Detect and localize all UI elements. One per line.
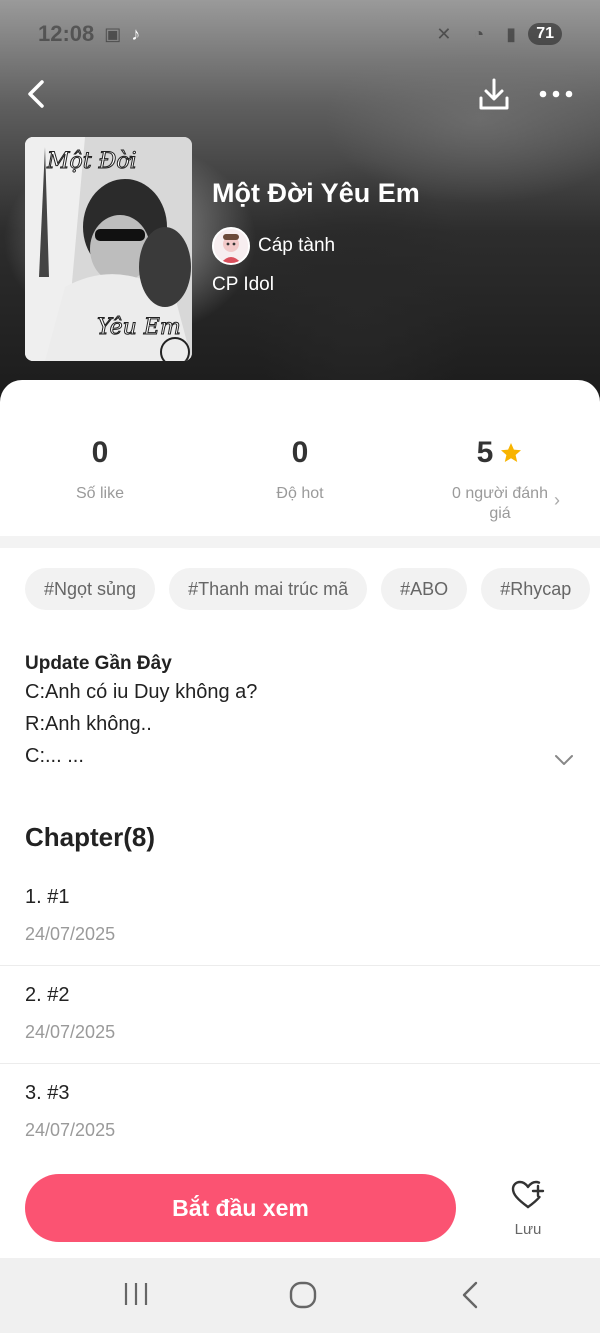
author-row[interactable]: Cáp tành — [212, 227, 335, 265]
more-options-button[interactable] — [538, 80, 574, 108]
likes-label: Số like — [75, 485, 125, 502]
chapter-name: 1. #1 — [25, 886, 70, 908]
heart-plus-icon — [511, 1180, 545, 1209]
update-line: C:Anh có iu Duy không a? — [25, 681, 258, 703]
tag-chip[interactable]: #Thanh mai trúc mã — [169, 568, 368, 610]
download-button[interactable] — [476, 76, 512, 112]
expand-update-button[interactable] — [552, 750, 576, 770]
chapter-name: 3. #3 — [25, 1082, 70, 1104]
avatar-image — [214, 229, 248, 263]
tag-chip[interactable]: #Rhycap — [481, 568, 591, 610]
top-navigation — [0, 72, 600, 116]
screenshot-icon: ▣ — [104, 23, 122, 44]
likes-count: 0 — [91, 436, 109, 469]
chapter-date: 24/07/2025 — [25, 1022, 116, 1042]
tag-chip[interactable]: #Ngọt sủng — [25, 568, 156, 610]
download-icon — [479, 78, 509, 110]
chapter-item[interactable]: 2. #2 24/07/2025 — [0, 966, 600, 1064]
chevron-left-icon — [28, 80, 44, 108]
section-divider — [0, 536, 600, 548]
chevron-right-icon[interactable]: › — [554, 490, 560, 511]
tag-chip[interactable]: #ABO — [381, 568, 468, 610]
stat-likes: 0 Số like — [0, 436, 200, 504]
cover-title-top: Một Đời — [47, 149, 138, 175]
status-bar: 12:08 ▣ ♪ ✕ ◔ ▮ 71 — [0, 16, 600, 52]
tiktok-icon: ♪ — [131, 23, 141, 44]
back-arrow-icon — [462, 1281, 478, 1309]
recent-update: Update Gần Đây C:Anh có iu Duy không a? … — [25, 652, 585, 772]
rating-label: 0 người đánh giá — [452, 485, 548, 522]
system-navigation-bar — [0, 1258, 600, 1333]
update-heading: Update Gần Đây — [25, 653, 172, 674]
stat-hot: 0 Độ hot — [200, 436, 400, 504]
wifi-icon: ◔ — [473, 23, 485, 44]
rating-value: 5 — [476, 436, 494, 469]
chapter-heading: Chapter(8) — [25, 822, 156, 852]
status-time: 12:08 — [38, 21, 95, 46]
avatar[interactable] — [212, 227, 250, 265]
book-category: CP Idol — [212, 274, 274, 295]
chapter-date: 24/07/2025 — [25, 1120, 116, 1140]
back-button[interactable] — [22, 76, 54, 112]
home-button[interactable] — [288, 1280, 318, 1315]
chapter-list: 1. #1 24/07/2025 2. #2 24/07/2025 3. #3 … — [0, 868, 600, 1162]
recent-apps-button[interactable] — [122, 1280, 150, 1313]
chapter-item[interactable]: 1. #1 24/07/2025 — [0, 868, 600, 966]
stat-rating[interactable]: 5 0 người đánh giá — [400, 436, 600, 524]
update-line: C:... ... — [25, 745, 84, 767]
author-name[interactable]: Cáp tành — [258, 235, 335, 257]
signal-icon: ▮ — [506, 23, 517, 44]
book-cover[interactable]: Một Đời Yêu Em — [25, 137, 192, 361]
start-reading-button[interactable]: Bắt đầu xem — [25, 1174, 456, 1242]
save-button[interactable]: Lưu — [498, 1180, 558, 1244]
mute-icon: ✕ — [436, 23, 452, 44]
more-horizontal-icon — [539, 90, 573, 98]
home-icon — [289, 1281, 317, 1309]
chevron-down-icon — [555, 755, 573, 765]
star-icon — [501, 443, 522, 462]
chapter-item[interactable]: 3. #3 24/07/2025 — [0, 1064, 600, 1162]
system-back-button[interactable] — [458, 1280, 484, 1315]
tag-list: #Ngọt sủng #Thanh mai trúc mã #ABO #Rhyc… — [25, 568, 591, 610]
bottom-action-bar: Bắt đầu xem Lưu — [0, 1158, 600, 1258]
recent-apps-icon — [124, 1283, 148, 1305]
save-label: Lưu — [514, 1221, 542, 1238]
hot-label: Độ hot — [276, 485, 324, 502]
book-title: Một Đời Yêu Em — [212, 178, 420, 208]
cover-title-bottom: Yêu Em — [97, 315, 182, 341]
chapter-date: 24/07/2025 — [25, 924, 116, 944]
hot-count: 0 — [291, 436, 309, 469]
stats-row: 0 Số like 0 Độ hot 5 0 người đánh giá — [0, 436, 600, 536]
chapter-name: 2. #2 — [25, 984, 70, 1006]
update-line: R:Anh không.. — [25, 713, 152, 735]
battery-indicator: 71 — [528, 23, 562, 45]
